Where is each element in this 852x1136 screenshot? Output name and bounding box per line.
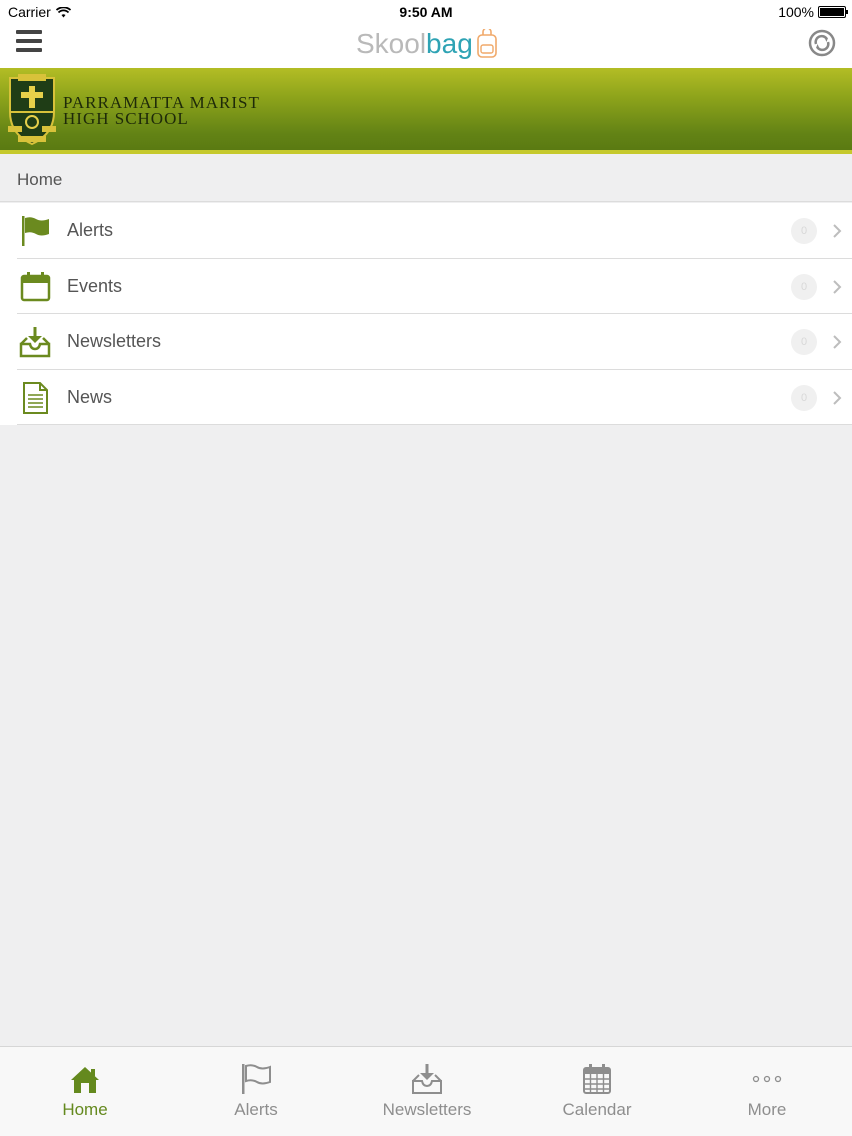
tab-alerts[interactable]: Alerts bbox=[171, 1047, 341, 1136]
tab-label: Home bbox=[62, 1100, 108, 1119]
status-battery-group: 100% bbox=[778, 4, 848, 20]
list-item-newsletters[interactable]: Newsletters 0 bbox=[17, 314, 852, 370]
school-name: PARRAMATTA MARIST HIGH SCHOOL bbox=[63, 94, 260, 128]
list-item-events[interactable]: Events 0 bbox=[17, 259, 852, 314]
flag-icon bbox=[22, 216, 49, 246]
status-bar: Carrier 9:50 AM 100% bbox=[0, 0, 852, 24]
home-menu-list: Alerts 0 Events 0 Newsletters 0 News 0 bbox=[0, 203, 852, 425]
count-badge: 0 bbox=[791, 273, 817, 300]
breadcrumb: Home bbox=[0, 154, 852, 202]
list-item-news[interactable]: News 0 bbox=[17, 370, 852, 425]
tab-home[interactable]: Home bbox=[0, 1047, 170, 1136]
count-badge: 0 bbox=[791, 384, 817, 411]
battery-percent: 100% bbox=[778, 4, 814, 20]
tab-newsletters[interactable]: Newsletters bbox=[342, 1047, 512, 1136]
battery-icon bbox=[818, 6, 848, 18]
home-icon bbox=[71, 1067, 99, 1093]
school-crest bbox=[8, 74, 56, 146]
backpack-icon bbox=[476, 29, 497, 58]
school-name-line2: HIGH SCHOOL bbox=[63, 109, 189, 128]
tab-label: Alerts bbox=[234, 1100, 278, 1119]
calendar-icon bbox=[20, 271, 51, 301]
skoolbag-logo: Skool bag bbox=[356, 26, 499, 62]
chevron-right-icon bbox=[833, 390, 842, 405]
tab-more[interactable]: More bbox=[682, 1047, 852, 1136]
list-item-label: Newsletters bbox=[67, 331, 162, 351]
school-banner: PARRAMATTA MARIST HIGH SCHOOL bbox=[0, 68, 852, 154]
logo-text-skool: Skool bbox=[356, 28, 427, 59]
sync-icon[interactable] bbox=[808, 29, 836, 57]
chevron-right-icon bbox=[833, 335, 842, 349]
tab-bar: Home Alerts Newsletters Calendar More bbox=[0, 1046, 852, 1136]
status-time: 9:50 AM bbox=[399, 4, 453, 20]
more-icon bbox=[752, 1075, 782, 1083]
document-icon bbox=[23, 381, 48, 414]
chevron-right-icon bbox=[833, 224, 842, 238]
count-badge: 0 bbox=[791, 329, 817, 355]
tab-calendar[interactable]: Calendar bbox=[512, 1047, 682, 1136]
list-item-label: News bbox=[67, 386, 113, 407]
logo-text-bag: bag bbox=[426, 28, 473, 59]
list-item-alerts[interactable]: Alerts 0 bbox=[17, 203, 852, 259]
count-badge: 0 bbox=[791, 218, 817, 244]
chevron-right-icon bbox=[833, 279, 842, 294]
list-item-label: Alerts bbox=[67, 220, 114, 240]
breadcrumb-home: Home bbox=[17, 170, 63, 189]
calendar-icon bbox=[583, 1064, 611, 1094]
nav-bar: Skool bag bbox=[0, 24, 852, 68]
list-item-label: Events bbox=[67, 275, 123, 296]
flag-icon bbox=[242, 1064, 271, 1094]
inbox-download-icon bbox=[412, 1064, 442, 1094]
inbox-download-icon bbox=[19, 327, 51, 358]
tab-label: Newsletters bbox=[382, 1100, 472, 1119]
tab-label: Calendar bbox=[562, 1100, 632, 1119]
hamburger-icon[interactable] bbox=[16, 30, 42, 56]
tab-label: More bbox=[747, 1100, 787, 1119]
